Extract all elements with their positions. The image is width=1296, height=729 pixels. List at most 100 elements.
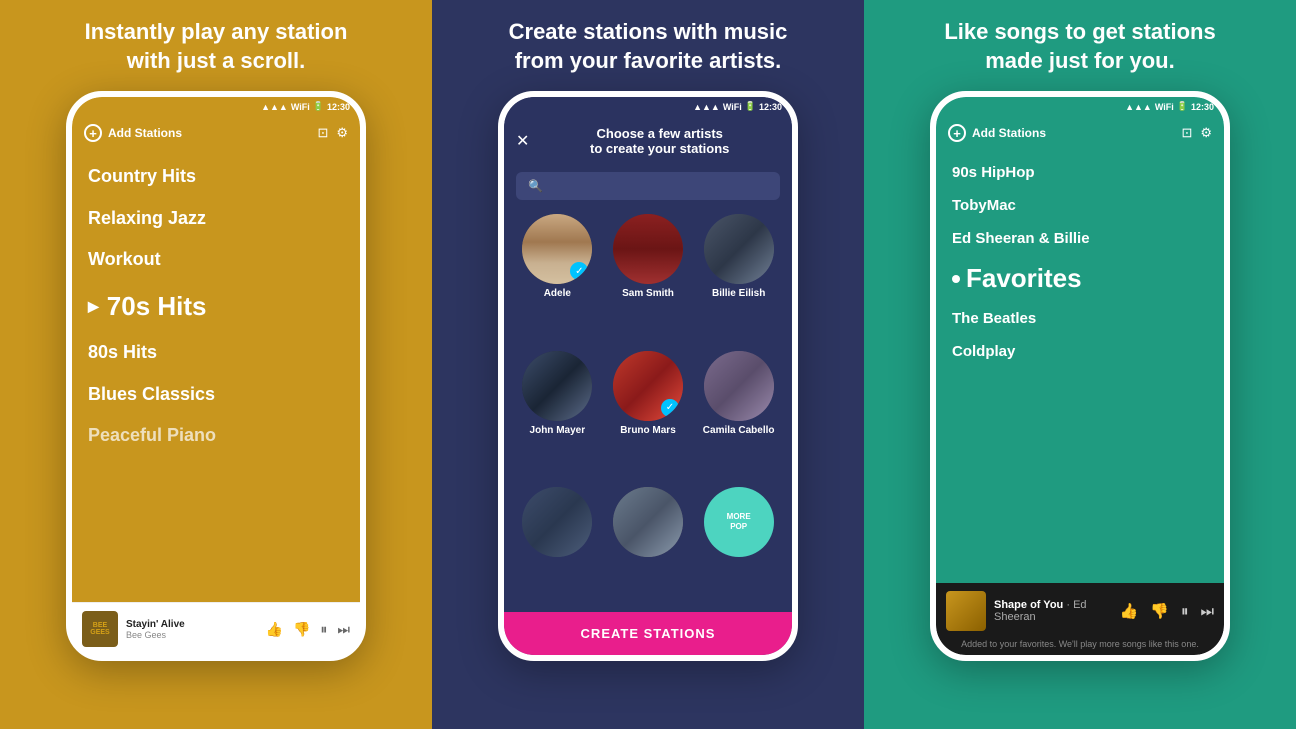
battery-icon-3: 🔋 xyxy=(1177,101,1188,112)
list-item[interactable]: Relaxing Jazz xyxy=(72,198,360,240)
artist-cell-row3b[interactable] xyxy=(607,487,690,604)
panel-2-headline: Create stations with musicfrom your favo… xyxy=(489,18,808,75)
choose-title: Choose a few artists to create your stat… xyxy=(539,126,780,156)
list-item[interactable]: The Beatles xyxy=(936,302,1224,335)
status-bar-3: ▲▲▲ WiFi 🔋 12:30 xyxy=(936,97,1224,116)
np-title: Shape of You · Ed Sheeran xyxy=(994,599,1112,623)
status-icons-1: ▲▲▲ WiFi 🔋 12:30 xyxy=(261,101,350,112)
phone-1: ▲▲▲ WiFi 🔋 12:30 + Add Stations ⊡ ⚙ xyxy=(66,91,366,661)
list-item[interactable]: Blues Classics xyxy=(72,374,360,416)
choose-header: ✕ Choose a few artists to create your st… xyxy=(504,116,792,166)
cast-icon[interactable]: ⊡ xyxy=(317,125,328,141)
artist-cell-adele[interactable]: ✓ Adele xyxy=(516,214,599,342)
artist-cell-camila[interactable]: Camila Cabello xyxy=(697,351,780,479)
station-label: Blues Classics xyxy=(88,384,215,406)
artist-avatar-billie xyxy=(704,214,774,284)
check-badge-brunomars: ✓ xyxy=(661,399,679,417)
artist-avatar-brunomars: ✓ xyxy=(613,351,683,421)
thumb-down-icon[interactable]: 👎 xyxy=(293,621,310,638)
list-item-active[interactable]: ▶ 70s Hits xyxy=(72,281,360,332)
more-pop-text: MOREPOP xyxy=(727,512,751,531)
app-header-3: + Add Stations ⊡ ⚙ xyxy=(936,116,1224,150)
add-stations-btn-3[interactable]: + Add Stations xyxy=(948,124,1046,142)
signal-icon: ▲▲▲ xyxy=(261,102,288,112)
station-label: Workout xyxy=(88,249,161,271)
phone-3: ▲▲▲ WiFi 🔋 12:30 + Add Stations ⊡ ⚙ xyxy=(930,91,1230,661)
list-item[interactable]: TobyMac xyxy=(936,189,1224,222)
artist-avatar-row3b xyxy=(613,487,683,557)
station-label: Country Hits xyxy=(88,166,196,188)
create-stations-button[interactable]: CREATE STATIONS xyxy=(504,612,792,655)
more-pop-circle: MOREPOP xyxy=(704,487,774,557)
status-icons-2: ▲▲▲ WiFi 🔋 Choose a few artists 12:30 xyxy=(693,101,782,112)
battery-icon: 🔋 xyxy=(313,101,324,112)
artist-name-camila: Camila Cabello xyxy=(703,425,775,436)
artist-grid: ✓ Adele Sam Smith Billie Eilish xyxy=(504,206,792,612)
time-display-3: 12:30 xyxy=(1191,102,1214,112)
artist-avatar-samsmith xyxy=(613,214,683,284)
cast-icon-3[interactable]: ⊡ xyxy=(1181,125,1192,141)
next-icon[interactable]: ⏭ xyxy=(337,621,350,638)
track-artist-1: Bee Gees xyxy=(126,630,258,640)
panel-2: Create stations with musicfrom your favo… xyxy=(432,0,864,729)
status-bar-2: ▲▲▲ WiFi 🔋 Choose a few artists 12:30 xyxy=(504,97,792,116)
pause-icon-3[interactable]: ⏸ xyxy=(1181,603,1189,620)
phone-3-screen: ▲▲▲ WiFi 🔋 12:30 + Add Stations ⊡ ⚙ xyxy=(936,97,1224,655)
pause-icon[interactable]: ⏸ xyxy=(320,621,327,638)
panel-3: Like songs to get stationsmade just for … xyxy=(864,0,1296,729)
list-item[interactable]: Ed Sheeran & Billie xyxy=(936,222,1224,255)
list-item[interactable]: 80s Hits xyxy=(72,332,360,374)
station-label: 70s Hits xyxy=(107,291,207,322)
phone-1-screen: ▲▲▲ WiFi 🔋 12:30 + Add Stations ⊡ ⚙ xyxy=(72,97,360,655)
add-stations-label-3: Add Stations xyxy=(972,126,1046,140)
album-art-1: BEEGEES xyxy=(82,611,118,647)
fav-dot-icon xyxy=(952,275,960,283)
list-item[interactable]: 90s HipHop xyxy=(936,156,1224,189)
thumb-up-icon[interactable]: 👍 xyxy=(266,621,283,638)
signal-icon-2: ▲▲▲ xyxy=(693,102,720,112)
thumb-down-icon-3[interactable]: 👎 xyxy=(1150,602,1169,620)
wifi-icon-2: WiFi xyxy=(723,102,742,112)
list-item[interactable]: Country Hits xyxy=(72,156,360,198)
time-display-1: 12:30 xyxy=(327,102,350,112)
artist-name-billie: Billie Eilish xyxy=(712,288,765,299)
artist-avatar-row3a xyxy=(522,487,592,557)
close-button[interactable]: ✕ xyxy=(516,131,529,151)
phone-2: ▲▲▲ WiFi 🔋 Choose a few artists 12:30 ✕ … xyxy=(498,91,798,661)
list-item[interactable]: Workout xyxy=(72,239,360,281)
wifi-icon: WiFi xyxy=(291,102,310,112)
station-label: Relaxing Jazz xyxy=(88,208,206,230)
now-playing-bar-3: Shape of You · Ed Sheeran 👍 👎 ⏸ ⏭ Added … xyxy=(936,583,1224,655)
artist-cell-row3a[interactable] xyxy=(516,487,599,604)
panel-1-headline: Instantly play any stationwith just a sc… xyxy=(65,18,368,75)
battery-icon-2: 🔋 xyxy=(745,101,756,112)
wifi-icon-3: WiFi xyxy=(1155,102,1174,112)
app-header-1: + Add Stations ⊡ ⚙ xyxy=(72,116,360,150)
track-info-1: Stayin' Alive Bee Gees xyxy=(126,619,258,640)
list-item-favorites[interactable]: Favorites xyxy=(936,255,1224,302)
list-item[interactable]: Peaceful Piano xyxy=(72,415,360,457)
artist-name-brunomars: Bruno Mars xyxy=(620,425,676,436)
search-bar[interactable]: 🔍 xyxy=(516,172,780,200)
artist-cell-billie[interactable]: Billie Eilish xyxy=(697,214,780,342)
artist-avatar-camila xyxy=(704,351,774,421)
player-controls-1: 👍 👎 ⏸ ⏭ xyxy=(266,621,350,638)
settings-icon[interactable]: ⚙ xyxy=(336,125,348,141)
now-playing-bar-1: BEEGEES Stayin' Alive Bee Gees 👍 👎 ⏸ ⏭ xyxy=(72,602,360,655)
artist-cell-morepop[interactable]: MOREPOP xyxy=(697,487,780,604)
list-item[interactable]: Coldplay xyxy=(936,335,1224,368)
artist-name-adele: Adele xyxy=(544,288,571,299)
artist-cell-samsmith[interactable]: Sam Smith xyxy=(607,214,690,342)
artist-cell-brunomars[interactable]: ✓ Bruno Mars xyxy=(607,351,690,479)
add-stations-label-1: Add Stations xyxy=(108,126,182,140)
header-icons-3: ⊡ ⚙ xyxy=(1181,125,1212,141)
station-list-3: 90s HipHop TobyMac Ed Sheeran & Billie F… xyxy=(936,150,1224,583)
settings-icon-3[interactable]: ⚙ xyxy=(1200,125,1212,141)
artist-cell-johnmayer[interactable]: John Mayer xyxy=(516,351,599,479)
np-info: Shape of You · Ed Sheeran xyxy=(994,599,1112,623)
next-icon-3[interactable]: ⏭ xyxy=(1200,603,1214,620)
add-stations-btn-1[interactable]: + Add Stations xyxy=(84,124,182,142)
thumb-up-icon-3[interactable]: 👍 xyxy=(1120,602,1139,620)
check-badge-adele: ✓ xyxy=(570,262,588,280)
play-arrow-icon: ▶ xyxy=(88,298,99,315)
